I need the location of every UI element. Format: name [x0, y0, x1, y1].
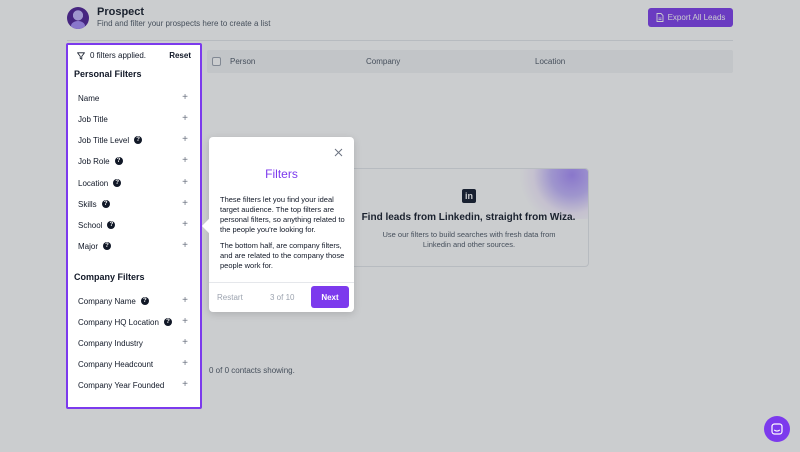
filter-company-year-founded[interactable]: Company Year Founded + [78, 379, 188, 391]
filter-name[interactable]: Name + [78, 92, 188, 104]
close-icon[interactable] [334, 148, 343, 157]
help-icon[interactable]: ? [113, 179, 122, 187]
filter-job-title-level[interactable]: Job Title Level ? + [78, 134, 188, 146]
plus-icon[interactable]: + [182, 93, 188, 103]
plus-icon[interactable]: + [182, 178, 188, 188]
filter-label: Location [78, 178, 109, 188]
help-icon[interactable]: ? [140, 297, 149, 305]
filter-label: Company Headcount [78, 359, 154, 369]
filter-skills[interactable]: Skills ? + [78, 198, 188, 210]
plus-icon[interactable]: + [182, 317, 188, 327]
filter-label: Skills [78, 199, 97, 209]
personal-filters-title: Personal Filters [74, 69, 142, 79]
plus-icon[interactable]: + [182, 135, 188, 145]
filter-label: Company HQ Location [78, 317, 159, 327]
tour-next-button[interactable]: Next [311, 286, 349, 308]
tour-paragraph: These filters let you find your ideal ta… [220, 195, 345, 234]
filter-label: Job Title Level [78, 135, 130, 145]
filter-job-role[interactable]: Job Role ? + [78, 155, 188, 167]
chat-launcher-button[interactable] [764, 416, 790, 442]
filter-label: School [78, 220, 103, 230]
help-icon[interactable]: ? [134, 136, 143, 144]
filter-summary: 0 filters applied. [77, 51, 146, 60]
chat-icon [771, 423, 783, 435]
plus-icon[interactable]: + [182, 380, 188, 390]
help-icon[interactable]: ? [163, 318, 172, 326]
filter-label: Company Year Founded [78, 380, 165, 390]
filter-job-title[interactable]: Job Title + [78, 113, 188, 125]
tour-body: These filters let you find your ideal ta… [220, 195, 345, 271]
help-icon[interactable]: ? [107, 221, 116, 229]
filter-label: Job Role [78, 156, 110, 166]
tour-restart-button[interactable]: Restart [217, 293, 243, 302]
filter-company-name[interactable]: Company Name ? + [78, 295, 188, 307]
plus-icon[interactable]: + [182, 199, 188, 209]
filter-company-headcount[interactable]: Company Headcount + [78, 358, 188, 370]
help-icon[interactable]: ? [101, 200, 110, 208]
tour-step-counter: 3 of 10 [270, 293, 295, 302]
filter-location[interactable]: Location ? + [78, 177, 188, 189]
tour-title: Filters [265, 167, 298, 181]
filter-school[interactable]: School ? + [78, 219, 188, 231]
filter-label: Name [78, 93, 100, 103]
tour-divider [209, 282, 354, 283]
filters-applied-text: 0 filters applied. [90, 51, 147, 60]
plus-icon[interactable]: + [182, 220, 188, 230]
help-icon[interactable]: ? [103, 242, 112, 250]
plus-icon[interactable]: + [182, 359, 188, 369]
filter-label: Major [78, 241, 99, 251]
filter-sidebar: 0 filters applied. Reset Personal Filter… [67, 44, 201, 408]
filter-major[interactable]: Major ? + [78, 240, 188, 252]
reset-filters-button[interactable]: Reset [169, 51, 191, 60]
help-icon[interactable]: ? [114, 157, 123, 165]
filter-icon [77, 51, 85, 60]
plus-icon[interactable]: + [182, 156, 188, 166]
plus-icon[interactable]: + [182, 338, 188, 348]
filter-label: Company Name [78, 296, 136, 306]
plus-icon[interactable]: + [182, 296, 188, 306]
plus-icon[interactable]: + [182, 114, 188, 124]
filter-company-hq-location[interactable]: Company HQ Location ? + [78, 316, 188, 328]
tour-popover: Filters These filters let you find your … [201, 137, 354, 312]
filter-company-industry[interactable]: Company Industry + [78, 337, 188, 349]
plus-icon[interactable]: + [182, 241, 188, 251]
filter-label: Job Title [78, 114, 108, 124]
company-filters-title: Company Filters [74, 272, 145, 282]
filter-label: Company Industry [78, 338, 143, 348]
tour-paragraph: The bottom half, are company filters, an… [220, 241, 345, 270]
